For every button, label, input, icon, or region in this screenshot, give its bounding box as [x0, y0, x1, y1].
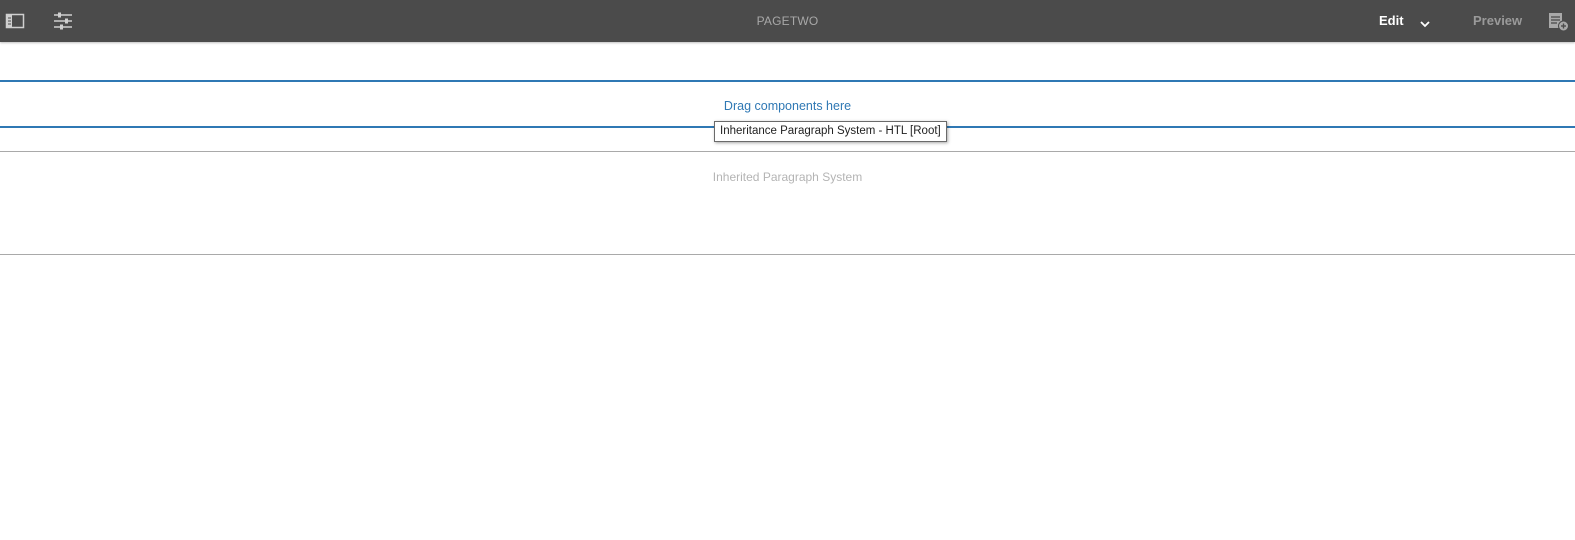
editor-toolbar: PAGETWO Edit Preview [0, 0, 1575, 42]
annotate-icon[interactable] [1548, 12, 1570, 32]
edit-mode-button[interactable]: Edit [1379, 0, 1404, 42]
drop-zone-label: Drag components here [723, 99, 852, 113]
preview-mode-button[interactable]: Preview [1473, 0, 1522, 42]
chevron-down-icon[interactable] [1419, 16, 1431, 28]
inherited-paragraph-system[interactable]: Inherited Paragraph System [0, 151, 1575, 255]
inherited-paragraph-label: Inherited Paragraph System [712, 170, 863, 184]
page-title: PAGETWO [756, 14, 819, 28]
component-tooltip: Inheritance Paragraph System - HTL [Root… [714, 121, 947, 142]
